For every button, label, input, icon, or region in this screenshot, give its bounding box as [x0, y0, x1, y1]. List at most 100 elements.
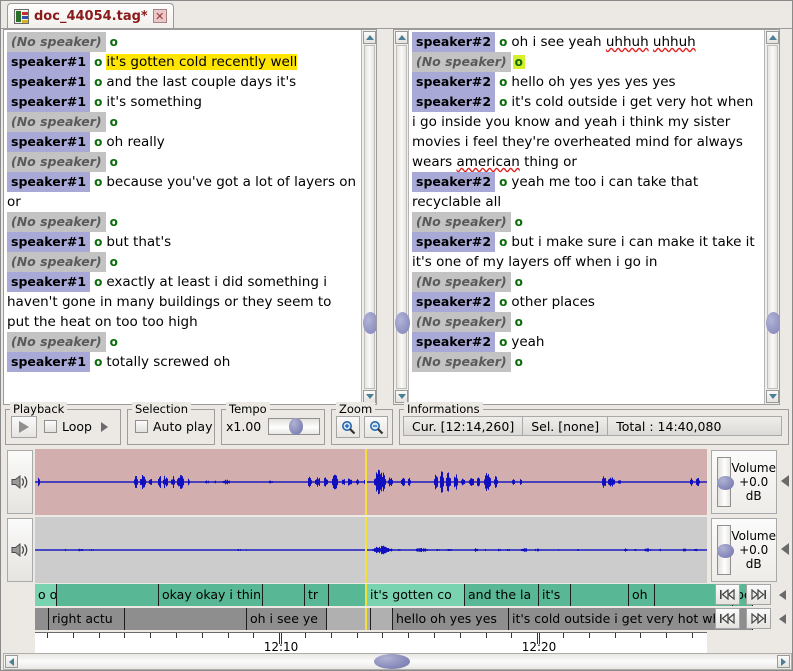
speaker-label[interactable]: speaker#2: [412, 232, 496, 252]
scroll-left-icon[interactable]: [5, 655, 18, 668]
loop-checkbox-row[interactable]: Loop: [44, 419, 108, 434]
ribbon-segment[interactable]: [371, 608, 393, 630]
ribbon-segment[interactable]: [35, 608, 49, 630]
transcript-turn[interactable]: (No speaker) o: [5, 152, 360, 172]
transcript-turn[interactable]: speaker#1 o oh really: [5, 132, 360, 152]
autoplay-checkbox-row[interactable]: Auto play: [135, 419, 212, 434]
segment-ribbon-2[interactable]: right actu oh i see ye hello oh yes yes it'…: [35, 608, 753, 630]
no-speaker-label[interactable]: (No speaker): [7, 212, 106, 232]
transcript-turn[interactable]: (No speaker) o: [410, 52, 763, 72]
transcript-pane-left[interactable]: (No speaker) o speaker#1 o it's gotten cold …: [3, 29, 377, 405]
next-segment-button-1[interactable]: [746, 584, 771, 605]
speaker-label[interactable]: speaker#2: [412, 72, 496, 92]
segment-ribbon-1[interactable]: o o okay okay i thin tr it's gotten co and t…: [35, 584, 753, 606]
turn-text[interactable]: it's gotten cold recently well: [106, 54, 298, 70]
track-1-speaker-button[interactable]: [7, 450, 33, 514]
ribbon-segment[interactable]: oh: [629, 584, 655, 606]
track-1-waveform[interactable]: [35, 449, 707, 515]
ribbon-segment[interactable]: it's gotten co: [367, 584, 465, 606]
left-scroll-track[interactable]: [363, 45, 376, 389]
transcript-turn[interactable]: speaker#2 o yeah me too i can take that re…: [410, 172, 763, 212]
turn-text[interactable]: hello oh yes yes yes yes: [511, 74, 675, 90]
transcript-turn[interactable]: (No speaker) o: [410, 272, 763, 292]
transcript-turn[interactable]: (No speaker) o: [5, 32, 360, 52]
turn-text[interactable]: but that's: [106, 234, 171, 250]
turn-bullet-icon[interactable]: o: [92, 55, 104, 69]
prev-segment-button-1[interactable]: [715, 584, 740, 605]
turn-bullet-icon[interactable]: o: [513, 215, 525, 229]
turn-bullet-icon[interactable]: o: [108, 335, 120, 349]
turn-bullet-icon[interactable]: o: [512, 55, 525, 69]
ribbon-segment[interactable]: and the la: [465, 584, 539, 606]
ribbon-segment[interactable]: o o: [35, 584, 57, 606]
speaker-label[interactable]: speaker#1: [7, 352, 91, 372]
transcript-turn[interactable]: (No speaker) o: [5, 252, 360, 272]
transcript-turn[interactable]: speaker#1 o exactly at least i did somethi…: [5, 272, 360, 332]
no-speaker-label[interactable]: (No speaker): [7, 332, 106, 352]
zoom-in-button[interactable]: [336, 416, 360, 438]
turn-bullet-icon[interactable]: o: [497, 95, 509, 109]
right-scroll-thumb[interactable]: [766, 312, 779, 334]
horizontal-scroll-thumb[interactable]: [374, 654, 410, 669]
turn-bullet-icon[interactable]: o: [92, 275, 104, 289]
no-speaker-label[interactable]: (No speaker): [412, 52, 511, 72]
ribbon-segment[interactable]: it's: [539, 584, 571, 606]
turn-bullet-icon[interactable]: o: [513, 315, 525, 329]
no-speaker-label[interactable]: (No speaker): [7, 252, 106, 272]
transcript-turn[interactable]: (No speaker) o: [410, 352, 763, 372]
turn-text[interactable]: oh i see yeah uhhuh uhhuh: [511, 34, 695, 50]
track-2-volume-slider[interactable]: [717, 525, 734, 575]
collapse-left-icon[interactable]: [781, 543, 789, 555]
right-scroll-thumb-left[interactable]: [395, 312, 410, 334]
ribbon-1-collapse-icon[interactable]: [779, 590, 786, 600]
transcript-turn[interactable]: speaker#1 o totally screwed oh: [5, 352, 360, 372]
turn-bullet-icon[interactable]: o: [108, 155, 120, 169]
horizontal-scrollbar[interactable]: [3, 653, 792, 670]
turn-text[interactable]: and the last couple days it's: [106, 74, 296, 90]
turn-text[interactable]: yeah: [511, 334, 544, 350]
transcript-pane-right[interactable]: speaker#2 o oh i see yeah uhhuh uhhuh (No s…: [393, 29, 780, 405]
speaker-label[interactable]: speaker#2: [412, 92, 496, 112]
ribbon-segment[interactable]: [125, 608, 247, 630]
track-2-speaker-button[interactable]: [7, 518, 33, 582]
turn-bullet-icon[interactable]: o: [497, 175, 509, 189]
loop-checkbox[interactable]: [44, 420, 57, 433]
turn-bullet-icon[interactable]: o: [497, 235, 509, 249]
right-scroll-track-left[interactable]: [395, 45, 410, 389]
turn-bullet-icon[interactable]: o: [92, 235, 104, 249]
turn-bullet-icon[interactable]: o: [497, 75, 509, 89]
play-more-icon[interactable]: [100, 421, 108, 432]
track-2-volume-control[interactable]: Volume +0.0 dB: [711, 518, 777, 582]
ribbon-segment[interactable]: tr: [305, 584, 329, 606]
speaker-label[interactable]: speaker#1: [7, 272, 91, 292]
turn-bullet-icon[interactable]: o: [497, 35, 509, 49]
speaker-label[interactable]: speaker#1: [7, 72, 91, 92]
speaker-label[interactable]: speaker#1: [7, 232, 91, 252]
scroll-down-icon[interactable]: [766, 390, 779, 403]
transcript-turn[interactable]: speaker#2 o yeah: [410, 332, 763, 352]
speaker-label[interactable]: speaker#2: [412, 172, 496, 192]
document-tab[interactable]: doc_44054.tag* ✕: [7, 3, 174, 28]
transcript-turn[interactable]: speaker#1 o because you've got a lot of la…: [5, 172, 360, 212]
no-speaker-label[interactable]: (No speaker): [7, 112, 106, 132]
ribbon-cursor[interactable]: [365, 584, 367, 606]
ribbon-segment[interactable]: [329, 584, 367, 606]
transcript-turn[interactable]: speaker#2 o oh i see yeah uhhuh uhhuh: [410, 32, 763, 52]
speaker-label[interactable]: speaker#2: [412, 32, 496, 52]
speaker-label[interactable]: speaker#1: [7, 92, 91, 112]
transcript-turn[interactable]: speaker#2 o it's cold outside i get very h…: [410, 92, 763, 172]
no-speaker-label[interactable]: (No speaker): [412, 352, 511, 372]
turn-bullet-icon[interactable]: o: [92, 75, 104, 89]
ribbon-segment[interactable]: [57, 584, 159, 606]
transcript-turn[interactable]: (No speaker) o: [5, 212, 360, 232]
ribbon-segment[interactable]: [263, 584, 305, 606]
track-1-cursor[interactable]: [365, 449, 367, 515]
scroll-up-icon[interactable]: [395, 31, 408, 44]
turn-bullet-icon[interactable]: o: [108, 115, 120, 129]
speaker-label[interactable]: speaker#2: [412, 332, 496, 352]
turn-bullet-icon[interactable]: o: [513, 275, 525, 289]
speaker-label[interactable]: speaker#1: [7, 52, 91, 72]
turn-bullet-icon[interactable]: o: [92, 95, 104, 109]
turn-bullet-icon[interactable]: o: [108, 255, 120, 269]
play-button[interactable]: [11, 416, 37, 438]
